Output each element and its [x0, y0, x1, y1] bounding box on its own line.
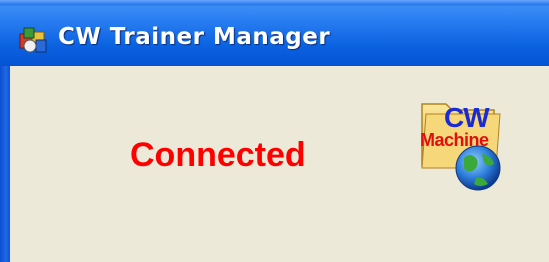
window-title: CW Trainer Manager	[58, 24, 331, 50]
logo-text-machine: Machine	[420, 130, 489, 150]
connection-status: Connected	[130, 136, 306, 174]
window-frame-left	[0, 66, 10, 262]
title-bar[interactable]: CW Trainer Manager	[0, 0, 549, 66]
app-window: CW Trainer Manager Connected CW Machine	[0, 0, 549, 262]
cw-machine-logo: CW Machine	[416, 100, 516, 192]
app-icon[interactable]	[18, 26, 50, 56]
title-bar-highlight	[0, 0, 549, 4]
